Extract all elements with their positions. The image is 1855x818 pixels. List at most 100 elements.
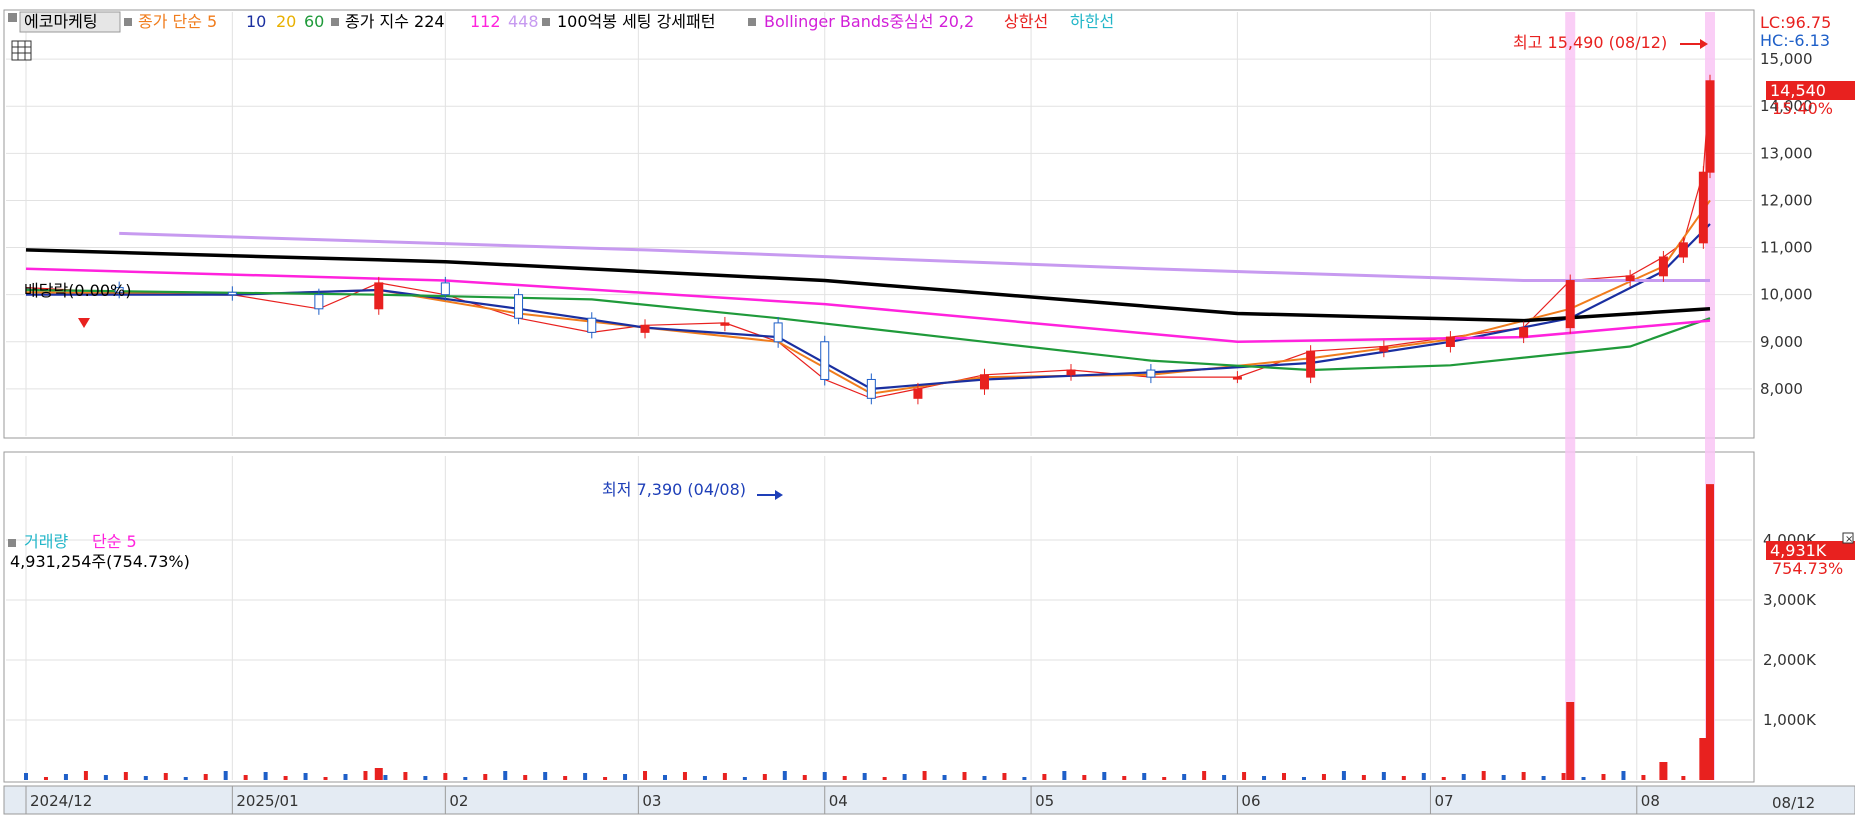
candle-up	[1705, 80, 1715, 173]
candle-up	[979, 374, 989, 390]
high-annotation: 최고 15,490 (08/12)	[1513, 33, 1667, 52]
volume-bar-minor	[203, 774, 208, 780]
volume-current: 4,931,254주(754.73%)	[10, 552, 190, 571]
volume-bar-minor	[962, 772, 967, 780]
x-tick-label: 05	[1035, 792, 1054, 810]
volume-bar	[1706, 484, 1714, 780]
current-change: 15.40%	[1772, 99, 1833, 118]
candle-down	[314, 294, 324, 310]
candle-up	[374, 282, 384, 310]
legend-marker-icon	[124, 18, 132, 26]
x-tick-label: 04	[829, 792, 848, 810]
volume-bar-minor	[1401, 776, 1406, 780]
x-tick-label: 02	[449, 792, 468, 810]
legend-ma448: 448	[508, 12, 539, 31]
volume-bar-minor	[1062, 771, 1067, 780]
candle-down	[514, 294, 524, 319]
price-tick-label: 9,000	[1760, 333, 1803, 351]
y-axis: 15,00014,00013,00012,00011,00010,0009,00…	[1760, 50, 1817, 729]
hc-value: HC:-6.13	[1760, 31, 1830, 50]
table-grid-icon[interactable]	[11, 40, 32, 61]
volume-bar-minor	[782, 771, 787, 780]
candle-up	[1678, 242, 1688, 258]
chart-canvas[interactable]: 15,00014,00013,00012,00011,00010,0009,00…	[0, 0, 1855, 818]
candle-down	[773, 322, 783, 343]
volume-bar-minor	[1461, 774, 1466, 780]
volume-bar-minor	[563, 776, 568, 780]
volume-bar-minor	[543, 772, 548, 780]
volume-bar-minor	[1122, 776, 1127, 780]
price-tick-label: 10,000	[1760, 286, 1813, 304]
stock-name: 에코마케팅	[24, 12, 98, 31]
volume-tick-label: 1,000K	[1763, 711, 1817, 729]
candle-up	[1519, 327, 1529, 338]
volume-bar-minor	[1242, 772, 1247, 780]
volume-bar-minor	[1641, 775, 1646, 780]
legend-bollinger: Bollinger Bands중심선 20,2	[764, 12, 974, 31]
volume-bar-minor	[702, 776, 707, 780]
volume-bar-minor	[183, 777, 188, 780]
volume-bar-minor	[1282, 773, 1287, 780]
legend-ma224: 종가 지수 224	[345, 12, 445, 31]
volume-bar-minor	[643, 771, 648, 780]
price-tick-label: 12,000	[1760, 191, 1813, 209]
legend-ma60: 60	[304, 12, 324, 31]
legend-header: 에코마케팅 종가 단순 5 10 20 60 종가 지수 224 112 448…	[8, 11, 1114, 33]
candle-up	[1232, 376, 1242, 380]
volume-bar-minor	[103, 775, 108, 780]
volume-bar-minor	[1222, 775, 1227, 780]
low-annotation: 최저 7,390 (04/08)	[602, 480, 746, 499]
volume-badge-value: 4,931K	[1770, 541, 1827, 560]
candle-down	[1146, 369, 1156, 378]
x-axis-right-label: 08/12	[1772, 794, 1815, 812]
volume-bar-minor	[363, 771, 368, 780]
volume-title: 거래량	[24, 532, 68, 551]
candle-up	[1066, 369, 1076, 376]
price-tick-label: 8,000	[1760, 380, 1803, 398]
candle-up	[1306, 350, 1316, 378]
candle-up	[720, 322, 730, 326]
volume-bar-minor	[583, 773, 588, 780]
volume-bar-minor	[503, 771, 508, 780]
volume-bar-minor	[1681, 776, 1686, 780]
candle-down	[440, 282, 450, 296]
volume-bar-minor	[662, 775, 667, 780]
close-glyph: ×	[1845, 534, 1853, 545]
candle-down	[587, 317, 597, 333]
volume-bar-minor	[243, 775, 248, 780]
volume-bar-minor	[1501, 775, 1506, 780]
volume-bar-minor	[1421, 773, 1426, 780]
volume-bar-minor	[1022, 777, 1027, 780]
candle-up	[1445, 336, 1455, 347]
volume-bar-minor	[163, 773, 168, 780]
volume-bar-minor	[722, 773, 727, 780]
volume-bar-minor	[922, 771, 927, 780]
candle-down	[866, 378, 876, 399]
volume-bar-minor	[623, 774, 628, 780]
volume-bar-minor	[403, 772, 408, 780]
volume-bar	[1566, 702, 1575, 780]
volume-bar-minor	[223, 771, 228, 780]
volume-bar-minor	[303, 773, 308, 780]
volume-panel[interactable]	[3, 451, 1755, 783]
volume-bar-minor	[902, 774, 907, 780]
volume-bar-minor	[1381, 772, 1386, 780]
price-panel[interactable]	[3, 9, 1755, 439]
volume-bar-minor	[263, 772, 268, 780]
volume-bar-minor	[802, 775, 807, 780]
legend-marker-icon	[8, 539, 16, 547]
candle-down	[227, 291, 237, 296]
legend-upper-band: 상한선	[1004, 12, 1048, 31]
x-tick-label: 07	[1434, 792, 1453, 810]
candle-up	[640, 324, 650, 333]
volume-bar-minor	[1521, 772, 1526, 780]
legend-lower-band: 하한선	[1070, 12, 1114, 31]
volume-bar-minor	[123, 772, 128, 780]
volume-bar	[1659, 762, 1668, 780]
volume-tick-label: 3,000K	[1763, 591, 1817, 609]
volume-bar-minor	[942, 775, 947, 780]
candle-up	[1565, 280, 1575, 329]
volume-bar-minor	[1321, 774, 1326, 780]
legend-ma5: 종가 단순 5	[138, 12, 217, 31]
x-tick-label: 06	[1241, 792, 1260, 810]
